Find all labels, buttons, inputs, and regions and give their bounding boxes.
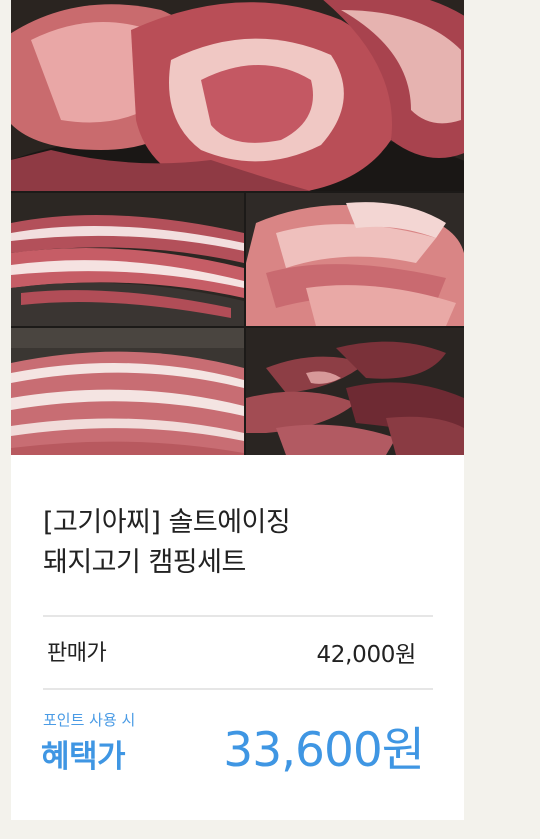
product-info: [고기아찌] 솔트에이징 돼지고기 캠핑세트 판매가 42,000원 포인트 사… [11,455,464,820]
photo-pork-jowl-strips [246,193,464,326]
benefit-price-label: 혜택가 [41,739,126,775]
divider [43,615,433,617]
benefit-price-value: 33,600원 [223,723,425,778]
product-title-line2: 돼지고기 캠핑세트 [43,547,246,578]
product-title[interactable]: [고기아찌] 솔트에이징 돼지고기 캠핑세트 [43,503,433,583]
product-photo-collage[interactable] [11,0,464,455]
point-usage-note: 포인트 사용 시 [43,711,136,729]
product-card[interactable]: [고기아찌] 솔트에이징 돼지고기 캠핑세트 판매가 42,000원 포인트 사… [11,0,464,820]
product-title-line1: [고기아찌] 솔트에이징 [43,507,291,538]
photo-pork-neck-steaks [11,0,464,191]
photo-thick-pork-belly [11,328,244,455]
photo-pork-belly-slices [11,193,244,326]
price-label: 판매가 [47,641,107,666]
photo-marinated-pork-chunks [246,328,464,455]
divider [43,688,433,690]
price-value: 42,000원 [316,642,416,668]
